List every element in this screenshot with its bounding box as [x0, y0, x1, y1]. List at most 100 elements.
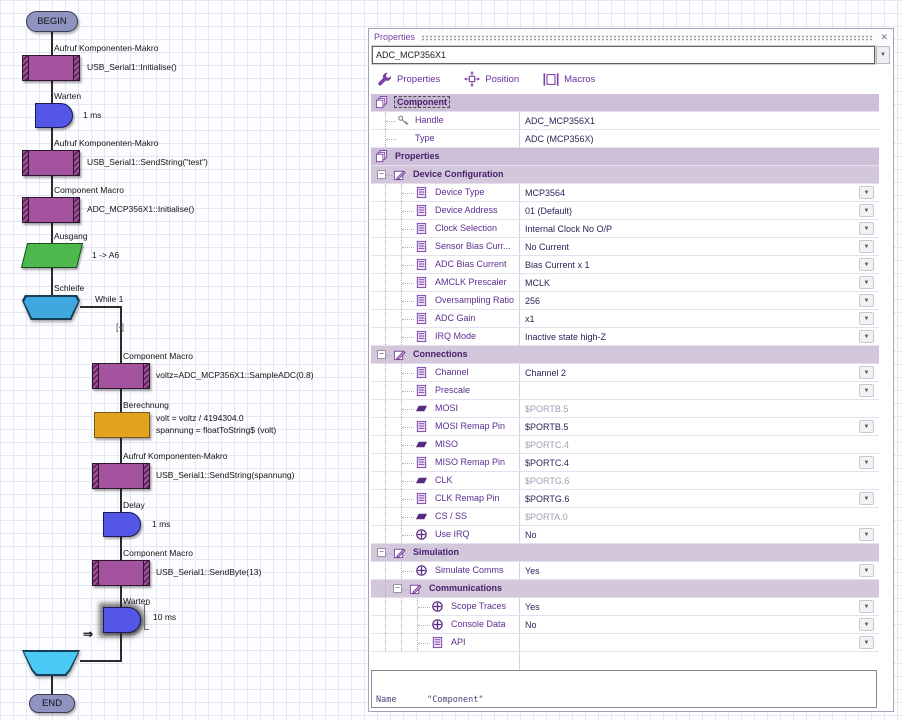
header-row-connections[interactable]: −Connections: [371, 346, 879, 364]
property-value-cell[interactable]: $PORTB.5: [519, 418, 879, 435]
macro-sample-adc[interactable]: [92, 363, 150, 389]
dropdown-button[interactable]: ▼: [859, 204, 874, 217]
property-value-cell[interactable]: $PORTC.4: [519, 454, 879, 471]
property-value-cell[interactable]: Internal Clock No O/P: [519, 220, 879, 237]
dropdown-button[interactable]: ▼: [859, 636, 874, 649]
dropdown-button[interactable]: ▼: [859, 420, 874, 433]
property-row-cs-ss[interactable]: CS / SS$PORTA.0: [371, 508, 879, 526]
property-row-console-data[interactable]: Console DataNo▼: [371, 616, 879, 634]
delay-wait-10ms-selected[interactable]: [103, 607, 141, 633]
property-value-cell[interactable]: 01 (Default): [519, 202, 879, 219]
property-value-cell[interactable]: No: [519, 526, 879, 543]
component-select-input[interactable]: [372, 46, 875, 64]
property-row-clk-remap-pin[interactable]: CLK Remap Pin$PORTG.6▼: [371, 490, 879, 508]
property-value-cell[interactable]: x1: [519, 310, 879, 327]
dropdown-button[interactable]: ▼: [859, 564, 874, 577]
property-row-prescale[interactable]: Prescale▼: [371, 382, 879, 400]
header-row-communications[interactable]: −Communications: [371, 580, 879, 598]
dropdown-button[interactable]: ▼: [859, 618, 874, 631]
property-row-mosi-remap-pin[interactable]: MOSI Remap Pin$PORTB.5▼: [371, 418, 879, 436]
property-value-cell[interactable]: MCLK: [519, 274, 879, 291]
property-value-cell[interactable]: $PORTG.6: [519, 472, 879, 489]
property-row-miso[interactable]: MISO$PORTC.4: [371, 436, 879, 454]
property-row-clock-selection[interactable]: Clock SelectionInternal Clock No O/P▼: [371, 220, 879, 238]
dropdown-button[interactable]: ▼: [859, 384, 874, 397]
macro-sendbyte[interactable]: [92, 560, 150, 586]
dropdown-button[interactable]: ▼: [859, 330, 874, 343]
header-row-component[interactable]: Component: [371, 94, 879, 112]
dropdown-button[interactable]: ▼: [859, 528, 874, 541]
tab-properties[interactable]: Properties: [377, 72, 440, 87]
macro-sendstring-spannung[interactable]: [92, 463, 150, 489]
property-row-mosi[interactable]: MOSI$PORTB.5: [371, 400, 879, 418]
property-value-cell[interactable]: $PORTC.4: [519, 436, 879, 453]
property-value-cell[interactable]: ADC (MCP356X): [519, 130, 879, 147]
dropdown-button[interactable]: ▼: [859, 366, 874, 379]
property-row-simulate-comms[interactable]: Simulate CommsYes▼: [371, 562, 879, 580]
header-row-properties[interactable]: Properties: [371, 148, 879, 166]
header-row-simulation[interactable]: −Simulation: [371, 544, 879, 562]
property-value-cell[interactable]: Yes: [519, 598, 879, 615]
tab-macros[interactable]: Macros: [543, 72, 595, 87]
expander-collapse-icon[interactable]: −: [393, 584, 402, 593]
dropdown-button[interactable]: ▼: [859, 276, 874, 289]
collapse-toggle[interactable]: [-]: [116, 322, 124, 332]
title-bar-dots[interactable]: [421, 35, 874, 41]
macro-usb-initialise[interactable]: [22, 55, 80, 81]
property-row-handle[interactable]: HandleADC_MCP356X1: [371, 112, 879, 130]
expander-collapse-icon[interactable]: −: [377, 170, 386, 179]
property-row-oversampling-ratio[interactable]: Oversampling Ratio256▼: [371, 292, 879, 310]
macro-sendstring-test[interactable]: [22, 150, 80, 176]
property-row-type[interactable]: TypeADC (MCP356X): [371, 130, 879, 148]
property-value-cell[interactable]: MCP3564: [519, 184, 879, 201]
loop-start-node[interactable]: [22, 295, 80, 320]
dropdown-button[interactable]: ▼: [859, 258, 874, 271]
property-value-cell[interactable]: [519, 634, 879, 651]
property-value-cell[interactable]: [519, 382, 879, 399]
property-row-device-type[interactable]: Device TypeMCP3564▼: [371, 184, 879, 202]
delay-1ms[interactable]: [103, 512, 141, 537]
dropdown-button[interactable]: ▼: [859, 186, 874, 199]
dropdown-button[interactable]: ▼: [859, 492, 874, 505]
property-row-amclk-prescaler[interactable]: AMCLK PrescalerMCLK▼: [371, 274, 879, 292]
property-value-cell[interactable]: No Current: [519, 238, 879, 255]
property-value-cell[interactable]: $PORTG.6: [519, 490, 879, 507]
end-terminal[interactable]: END: [29, 694, 75, 713]
property-row-miso-remap-pin[interactable]: MISO Remap Pin$PORTC.4▼: [371, 454, 879, 472]
close-icon[interactable]: ✕: [880, 32, 888, 43]
property-row-sensor-bias-curr[interactable]: Sensor Bias Curr...No Current▼: [371, 238, 879, 256]
dropdown-button[interactable]: ▼: [859, 240, 874, 253]
property-row-use-irq[interactable]: Use IRQNo▼: [371, 526, 879, 544]
property-value-cell[interactable]: ADC_MCP356X1: [519, 112, 879, 129]
property-row-scope-traces[interactable]: Scope TracesYes▼: [371, 598, 879, 616]
tab-position[interactable]: Position: [464, 71, 519, 87]
property-value-cell[interactable]: Yes: [519, 562, 879, 579]
begin-terminal[interactable]: BEGIN: [26, 11, 78, 32]
property-row-channel[interactable]: ChannelChannel 2▼: [371, 364, 879, 382]
property-row-clk[interactable]: CLK$PORTG.6: [371, 472, 879, 490]
loop-end-node[interactable]: [22, 650, 80, 676]
property-row-device-address[interactable]: Device Address01 (Default)▼: [371, 202, 879, 220]
property-row-adc-gain[interactable]: ADC Gainx1▼: [371, 310, 879, 328]
dropdown-button[interactable]: ▼: [859, 312, 874, 325]
calculation-node[interactable]: [94, 412, 150, 438]
dropdown-button[interactable]: ▼: [859, 294, 874, 307]
property-value-cell[interactable]: $PORTB.5: [519, 400, 879, 417]
delay-wait-1ms[interactable]: [35, 103, 73, 128]
expander-collapse-icon[interactable]: −: [377, 548, 386, 557]
dropdown-button[interactable]: ▼: [859, 600, 874, 613]
property-value-cell[interactable]: Channel 2: [519, 364, 879, 381]
property-value-cell[interactable]: 256: [519, 292, 879, 309]
header-row-device-configuration[interactable]: −Device Configuration: [371, 166, 879, 184]
output-node[interactable]: [21, 243, 83, 268]
property-value-cell[interactable]: $PORTA.0: [519, 508, 879, 525]
expander-collapse-icon[interactable]: −: [377, 350, 386, 359]
property-value-cell[interactable]: Inactive state high-Z: [519, 328, 879, 345]
property-value-cell[interactable]: Bias Current x 1: [519, 256, 879, 273]
dropdown-button[interactable]: ▼: [859, 222, 874, 235]
property-row-irq-mode[interactable]: IRQ ModeInactive state high-Z▼: [371, 328, 879, 346]
property-value-cell[interactable]: No: [519, 616, 879, 633]
property-row-api[interactable]: API▼: [371, 634, 879, 652]
property-row-adc-bias-current[interactable]: ADC Bias CurrentBias Current x 1▼: [371, 256, 879, 274]
macro-adc-initialise[interactable]: [22, 197, 80, 223]
